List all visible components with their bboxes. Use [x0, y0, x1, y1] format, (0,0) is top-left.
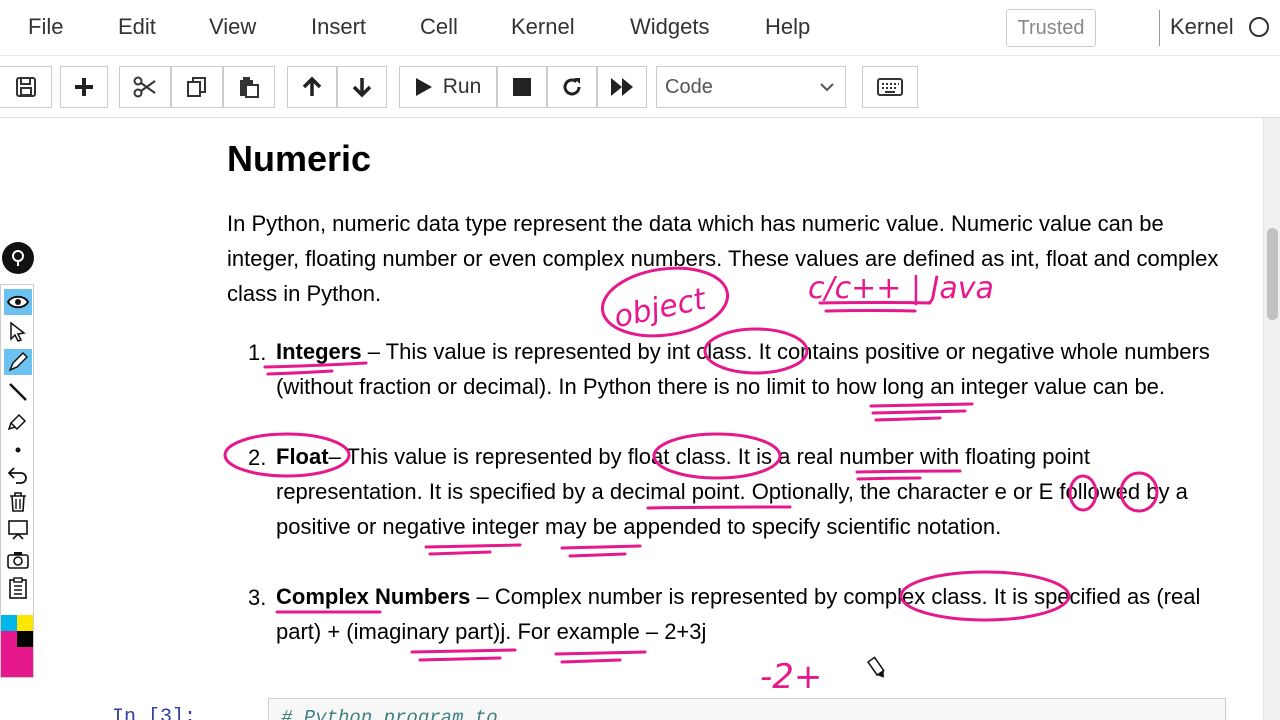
list-item-complex: Complex Numbers – Complex number is repr…	[276, 579, 1236, 649]
scrollbar-thumb[interactable]	[1267, 228, 1278, 320]
whiteboard-tool[interactable]	[4, 517, 32, 543]
menu-kernel[interactable]: Kernel	[511, 14, 575, 40]
menu-file[interactable]: File	[28, 14, 63, 40]
scissors-icon	[133, 76, 156, 98]
run-button[interactable]: Run	[399, 66, 497, 108]
dot-tool[interactable]	[4, 437, 32, 463]
notes-tool[interactable]	[4, 575, 32, 601]
toolbar: Run Code	[0, 56, 1280, 118]
menu-cell[interactable]: Cell	[420, 14, 458, 40]
code-comment: # Python program to	[281, 707, 498, 720]
list-number: 1.	[248, 340, 267, 365]
list-item-integers: Integers – This value is represented by …	[276, 334, 1236, 404]
interrupt-button[interactable]	[497, 66, 547, 108]
color-swatch-yellow[interactable]	[17, 615, 33, 631]
play-icon	[415, 78, 432, 96]
current-color[interactable]	[1, 647, 33, 677]
camera-icon	[7, 552, 29, 569]
highlighter-icon	[7, 413, 27, 431]
cell-type-select[interactable]: Code	[656, 66, 846, 108]
run-all-button[interactable]	[597, 66, 647, 108]
save-icon	[15, 77, 36, 97]
highlighter-tool[interactable]	[4, 409, 32, 435]
menu-edit[interactable]: Edit	[118, 14, 156, 40]
chevron-down-icon	[820, 83, 834, 92]
menu-view[interactable]: View	[209, 14, 256, 40]
cut-button[interactable]	[119, 66, 171, 108]
whiteboard-icon	[8, 520, 28, 540]
annotation-tool-panel	[0, 284, 34, 678]
cursor-arrow-icon	[10, 321, 26, 342]
keyboard-icon	[877, 78, 903, 96]
paste-button[interactable]	[223, 66, 275, 108]
eye-tool[interactable]	[4, 289, 32, 315]
move-up-button[interactable]	[287, 66, 337, 108]
annotation-toolbar	[0, 242, 34, 680]
copy-button[interactable]	[171, 66, 223, 108]
stop-icon	[513, 78, 531, 96]
restart-icon	[563, 78, 581, 96]
kernel-separator	[1159, 10, 1160, 46]
pen-icon	[8, 351, 29, 372]
list-item-float: Float– This value is represented by floa…	[276, 439, 1236, 544]
kernel-status-indicator	[1249, 17, 1269, 37]
menu-insert[interactable]: Insert	[311, 14, 366, 40]
insert-cell-button[interactable]	[60, 66, 108, 108]
color-swatch-cyan[interactable]	[1, 615, 17, 631]
color-swatch-black[interactable]	[17, 631, 33, 647]
copy-icon	[187, 77, 206, 97]
restart-button[interactable]	[547, 66, 597, 108]
item-text: – This value is represented by int class…	[276, 339, 1210, 399]
vertical-scrollbar[interactable]	[1263, 118, 1280, 720]
term-float: Float	[276, 444, 329, 469]
delete-tool[interactable]	[4, 489, 32, 515]
term-integers: Integers	[276, 339, 362, 364]
trash-icon	[10, 492, 26, 512]
line-icon	[9, 383, 27, 401]
fast-forward-icon	[611, 78, 633, 96]
screenshot-tool[interactable]	[4, 547, 32, 573]
arrow-up-icon	[302, 76, 322, 96]
term-complex: Complex Numbers	[276, 584, 471, 609]
kernel-name[interactable]: Kernel	[1170, 14, 1234, 40]
line-tool[interactable]	[4, 379, 32, 405]
paste-icon	[240, 77, 259, 98]
pen-nib-icon	[12, 250, 24, 266]
menu-help[interactable]: Help	[765, 14, 810, 40]
cell-type-value: Code	[665, 75, 713, 98]
cell-prompt: In [3]:	[112, 706, 197, 720]
item-text: – This value is represented by float cla…	[276, 444, 1188, 539]
intro-paragraph: In Python, numeric data type represent t…	[227, 211, 1219, 306]
pen-tool[interactable]	[4, 349, 32, 375]
save-button[interactable]	[0, 66, 52, 108]
menu-widgets[interactable]: Widgets	[630, 14, 709, 40]
menu-bar: File Edit View Insert Cell Kernel Widget…	[0, 0, 1280, 56]
code-cell[interactable]: # Python program to	[268, 698, 1226, 720]
undo-icon	[7, 467, 27, 484]
pen-app-logo[interactable]	[2, 242, 34, 274]
cursor-tool[interactable]	[4, 319, 32, 345]
clipboard-icon	[9, 577, 27, 599]
move-down-button[interactable]	[337, 66, 387, 108]
undo-tool[interactable]	[4, 461, 32, 487]
plus-icon	[75, 78, 93, 96]
trusted-badge[interactable]: Trusted	[1006, 9, 1096, 47]
list-number: 3.	[248, 585, 267, 610]
section-heading: Numeric	[227, 138, 372, 179]
arrow-down-icon	[352, 78, 372, 98]
dot-icon	[15, 447, 21, 453]
list-number: 2.	[248, 445, 267, 470]
color-swatch-magenta[interactable]	[1, 631, 17, 647]
eye-icon	[7, 295, 29, 309]
command-palette-button[interactable]	[862, 66, 918, 108]
run-label: Run	[442, 75, 482, 98]
